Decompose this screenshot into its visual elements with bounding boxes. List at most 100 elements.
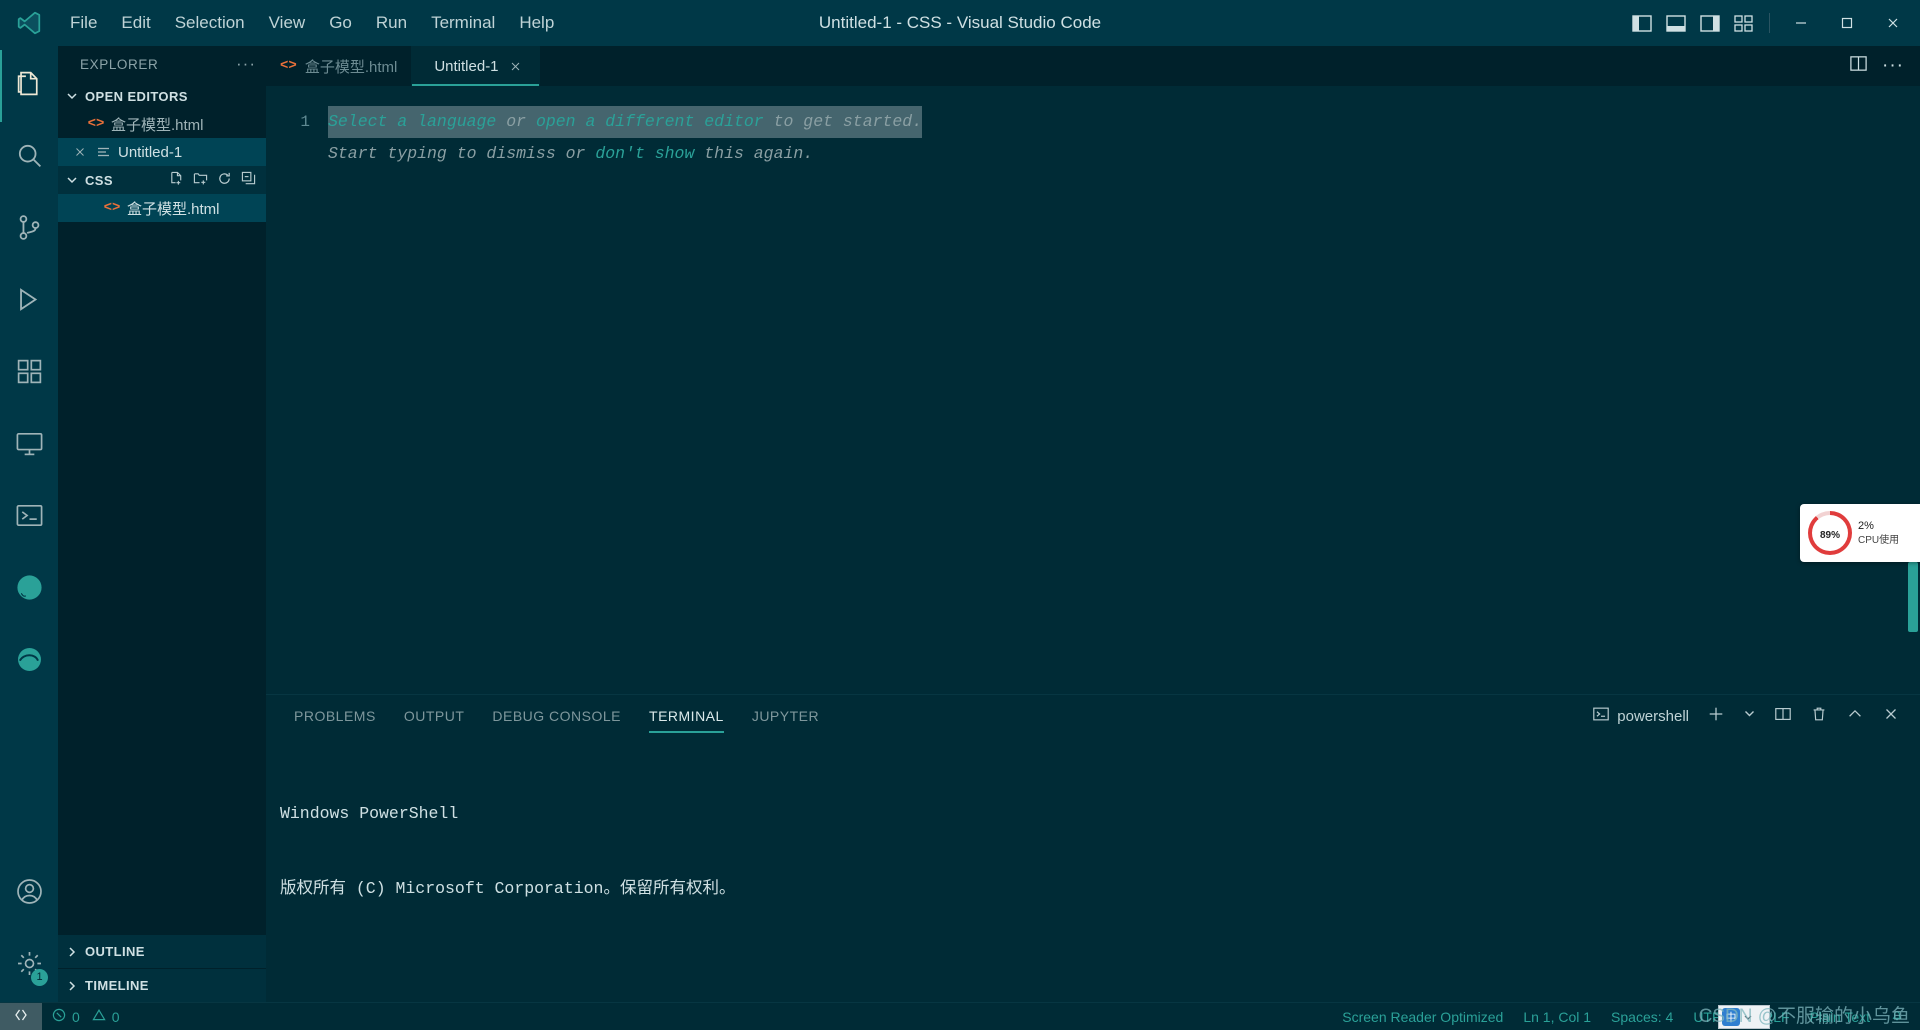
split-editor-icon[interactable] [1849,54,1868,78]
terminal-output[interactable]: Windows PowerShell 版权所有 (C) Microsoft Co… [266,737,1920,1030]
close-icon [1882,705,1900,728]
panel-tab-output[interactable]: OUTPUT [390,695,479,737]
title-bar: File Edit Selection View Go Run Terminal… [0,0,1920,46]
menu-file[interactable]: File [58,0,109,46]
menu-edit[interactable]: Edit [109,0,162,46]
editor-tab-0[interactable]: <> 盒子模型.html [266,46,413,86]
cpu-usage-widget[interactable]: 89% 2% CPU使用 [1800,504,1920,562]
activity-item-manage[interactable]: 1 [0,930,58,1002]
close-panel-button[interactable] [1876,701,1906,731]
file-tree-item-0[interactable]: <> 盒子模型.html [58,194,266,222]
remote-window-button[interactable] [0,1002,42,1030]
activity-item-remote-explorer[interactable] [0,410,58,482]
placeholder-part[interactable]: open a different editor [536,112,764,131]
status-cursor-position[interactable]: Ln 1, Col 1 [1513,1003,1601,1030]
terminal-icon [15,501,44,535]
open-editor-item-0[interactable]: <> 盒子模型.html [58,110,266,138]
collapse-all-icon[interactable] [241,171,256,189]
terminal-icon [1592,705,1610,728]
plus-icon [1707,705,1725,728]
source-control-icon [15,213,44,247]
section-open-editors[interactable]: OPEN EDITORS [58,82,266,110]
sidebar-more-actions-icon[interactable]: ··· [236,54,256,74]
panel-tab-terminal[interactable]: TERMINAL [635,695,738,737]
new-folder-icon[interactable] [193,171,208,189]
status-bar: 0 0 Screen Reader Optimized Ln 1, Col 1 … [0,1002,1920,1030]
new-terminal-button[interactable] [1701,701,1731,731]
activity-item-accounts[interactable] [0,858,58,930]
title-divider [1769,13,1770,33]
section-outline[interactable]: OUTLINE [58,934,266,968]
close-icon[interactable] [72,146,88,158]
title-bar-actions [1625,0,1920,46]
shell-name: powershell [1617,707,1689,725]
section-folder-css[interactable]: CSS [58,166,266,194]
activity-item-extensions[interactable] [0,338,58,410]
panel-tab-jupyter[interactable]: JUPYTER [738,695,833,737]
bell-icon [1890,1008,1904,1025]
activity-item-search[interactable] [0,122,58,194]
placeholder-part[interactable]: Select a language [328,112,496,131]
terminal-dropdown-button[interactable] [1737,701,1762,731]
placeholder-part: this again. [694,144,814,163]
menu-go[interactable]: Go [317,0,364,46]
menu-terminal[interactable]: Terminal [419,0,507,46]
status-indentation[interactable]: Spaces: 4 [1601,1003,1683,1030]
editor-tab-label: Untitled-1 [434,58,499,75]
panel-tab-bar: PROBLEMS OUTPUT DEBUG CONSOLE TERMINAL J… [266,695,1920,737]
status-notifications[interactable] [1880,1003,1914,1030]
panel-tab-debug-console[interactable]: DEBUG CONSOLE [478,695,635,737]
sidebar-header: EXPLORER ··· [58,46,266,82]
activity-item-github[interactable] [0,554,58,626]
window-maximize-button[interactable] [1824,0,1870,46]
cpu-percent: 89% [1819,530,1841,541]
terminal-line: Windows PowerShell [280,804,459,823]
refresh-icon[interactable] [217,171,232,189]
code-editor[interactable]: 1 Select a language or open a different … [266,86,1920,694]
github-icon [15,573,44,607]
editor-line-1: 1 Select a language or open a different … [266,106,1920,138]
open-editor-label: Untitled-1 [118,143,183,161]
ime-indicator[interactable]: 中 [1718,1005,1770,1029]
toggle-panel-icon[interactable] [1659,0,1693,46]
split-terminal-button[interactable] [1768,701,1798,731]
activity-item-source-control[interactable] [0,194,58,266]
new-file-icon[interactable] [169,171,184,189]
window-minimize-button[interactable] [1778,0,1824,46]
toggle-secondary-sidebar-icon[interactable] [1693,0,1727,46]
panel-tab-problems[interactable]: PROBLEMS [280,695,390,737]
toggle-primary-sidebar-icon[interactable] [1625,0,1659,46]
remote-monitor-icon [15,429,44,463]
menu-help[interactable]: Help [507,0,566,46]
kill-terminal-button[interactable] [1804,701,1834,731]
more-actions-icon[interactable]: ··· [1882,55,1904,77]
close-icon[interactable] [507,58,525,76]
activity-item-edge-tools[interactable] [0,626,58,698]
activity-item-run-and-debug[interactable] [0,266,58,338]
split-icon [1774,705,1792,728]
search-icon [15,141,44,175]
status-screen-reader[interactable]: Screen Reader Optimized [1332,1003,1513,1030]
menu-run[interactable]: Run [364,0,419,46]
chevron-down-icon[interactable] [1743,1009,1753,1025]
activity-item-terminal[interactable] [0,482,58,554]
open-editor-item-1[interactable]: Untitled-1 [58,138,266,166]
status-language-mode[interactable]: Plain Text [1800,1003,1880,1030]
error-icon [52,1008,66,1025]
menu-selection[interactable]: Selection [163,0,257,46]
window-close-button[interactable] [1870,0,1916,46]
menu-view[interactable]: View [257,0,318,46]
editor-scrollbar[interactable] [1908,562,1918,632]
chevron-down-icon [1743,707,1756,725]
customize-layout-icon[interactable] [1727,0,1761,46]
editor-tab-label: 盒子模型.html [304,58,398,76]
status-problems[interactable]: 0 0 [42,1003,130,1030]
editor-actions: ··· [1849,46,1920,86]
section-timeline[interactable]: TIMELINE [58,968,266,1002]
terminal-shell-selector[interactable]: powershell [1586,701,1695,731]
maximize-panel-button[interactable] [1840,701,1870,731]
editor-tab-1[interactable]: Untitled-1 [412,46,540,86]
placeholder-part[interactable]: don't show [595,144,694,163]
activity-item-explorer[interactable] [0,50,58,122]
